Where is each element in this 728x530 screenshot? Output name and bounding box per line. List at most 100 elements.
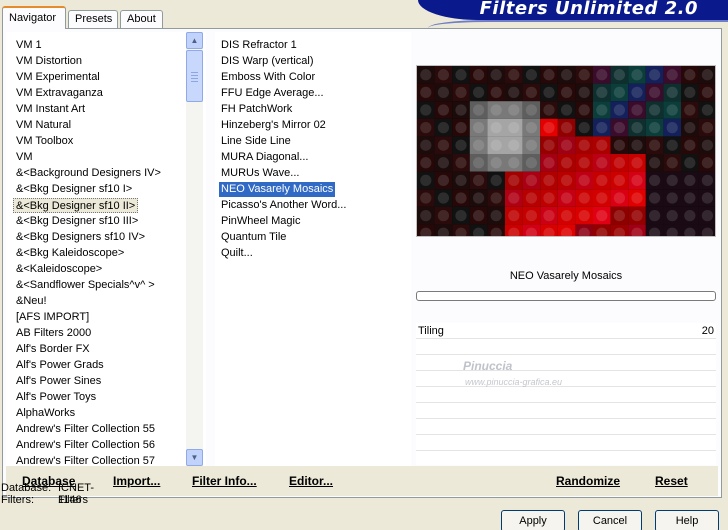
progress-bar xyxy=(416,291,716,301)
filter-item[interactable]: FFU Edge Average... xyxy=(221,86,324,101)
category-item[interactable]: &<Kaleidoscope> xyxy=(16,262,102,277)
filter-item[interactable]: DIS Warp (vertical) xyxy=(221,54,314,69)
param-value[interactable]: 20 xyxy=(702,325,714,337)
category-item[interactable]: Alf's Power Toys xyxy=(16,390,96,405)
mosaic-dot xyxy=(578,209,590,222)
reset-button[interactable]: Reset xyxy=(655,474,688,488)
category-item[interactable]: VM xyxy=(16,150,33,165)
apply-button[interactable]: Apply xyxy=(501,510,565,530)
mosaic-dot xyxy=(490,86,502,99)
cancel-button[interactable]: Cancel xyxy=(578,510,642,530)
category-item[interactable]: &<Bkg Designers sf10 IV> xyxy=(16,230,145,245)
mosaic-dot xyxy=(543,121,555,134)
mosaic-dot xyxy=(420,157,432,169)
filter-list[interactable]: DIS Refractor 1 DIS Warp (vertical) Emboss… xyxy=(215,32,411,466)
mosaic-dot xyxy=(701,209,714,222)
mosaic-dot xyxy=(666,86,678,99)
mosaic-dot xyxy=(613,174,626,187)
mosaic-dot xyxy=(613,121,626,134)
filter-item[interactable]: FH PatchWork xyxy=(221,102,292,117)
mosaic-dot xyxy=(525,174,538,187)
mosaic-dot xyxy=(560,86,573,99)
category-item[interactable]: &<Bkg Designer sf10 I> xyxy=(16,182,132,197)
mosaic-dot xyxy=(525,157,538,169)
mosaic-dot xyxy=(508,209,520,222)
mosaic-dot xyxy=(455,139,467,151)
category-item[interactable]: [AFS IMPORT] xyxy=(16,310,89,325)
mosaic-dot xyxy=(490,139,502,151)
category-item[interactable]: &<Bkg Designer sf10 II> xyxy=(13,198,139,213)
scroll-thumb[interactable] xyxy=(186,50,203,102)
filter-item[interactable]: NEO Vasarely Mosaics xyxy=(219,182,336,197)
category-item[interactable]: VM Extravaganza xyxy=(16,86,103,101)
tab-navigator[interactable]: Navigator xyxy=(2,6,66,29)
mosaic-dot xyxy=(472,69,485,81)
category-item[interactable]: VM Distortion xyxy=(16,54,82,69)
category-list[interactable]: VM 1 VM Distortion VM Experimental VM Extra… xyxy=(6,32,206,467)
filter-item[interactable]: Quantum Tile xyxy=(221,230,286,245)
category-item[interactable]: &<Bkg Kaleidoscope> xyxy=(16,246,124,261)
editor-button[interactable]: Editor... xyxy=(289,474,333,488)
mosaic-dot xyxy=(420,139,432,151)
category-item[interactable]: Andrew's Filter Collection 56 xyxy=(16,438,155,453)
category-item[interactable]: &<Background Designers IV> xyxy=(16,166,161,181)
app-title: Filters Unlimited 2.0 xyxy=(479,0,698,19)
mosaic-dot xyxy=(613,69,626,81)
mosaic-dot xyxy=(437,209,450,222)
mosaic-dot xyxy=(666,209,678,222)
category-scrollbar[interactable]: ▲ ▼ xyxy=(186,32,203,466)
category-item[interactable]: VM Toolbox xyxy=(16,134,73,149)
filter-item[interactable]: Quilt... xyxy=(221,246,253,261)
category-item[interactable]: VM Experimental xyxy=(16,70,100,85)
mosaic-dot xyxy=(472,139,485,151)
mosaic-dot xyxy=(472,174,485,187)
mosaic-dot xyxy=(525,139,538,151)
mosaic-preview xyxy=(417,66,715,236)
mosaic-dot xyxy=(666,192,678,204)
category-item[interactable]: VM 1 xyxy=(16,38,42,53)
filter-item[interactable]: Hinzeberg's Mirror 02 xyxy=(221,118,326,133)
filter-item[interactable]: MURUs Wave... xyxy=(221,166,299,181)
mosaic-dot xyxy=(631,174,643,187)
mosaic-dot xyxy=(560,192,573,204)
mosaic-dot xyxy=(613,86,626,99)
scroll-down-button[interactable]: ▼ xyxy=(186,449,203,466)
category-item[interactable]: AlphaWorks xyxy=(16,406,75,421)
help-button[interactable]: Help xyxy=(655,510,719,530)
category-item[interactable]: &Neu! xyxy=(16,294,47,309)
category-item[interactable]: Alf's Power Sines xyxy=(16,374,101,389)
filter-info-button[interactable]: Filter Info... xyxy=(192,474,257,488)
category-item[interactable]: AB Filters 2000 xyxy=(16,326,91,341)
category-item[interactable]: Andrew's Filter Collection 55 xyxy=(16,422,155,437)
mosaic-dot xyxy=(420,104,432,116)
filter-item[interactable]: Emboss With Color xyxy=(221,70,315,85)
chevron-down-icon: ▼ xyxy=(190,453,199,462)
filter-item[interactable]: MURA Diagonal... xyxy=(221,150,308,165)
import-button[interactable]: Import... xyxy=(113,474,160,488)
chevron-up-icon: ▲ xyxy=(190,36,199,45)
category-item[interactable]: &<Sandflower Specials^v^ > xyxy=(16,278,155,293)
mosaic-dot xyxy=(648,69,661,81)
mosaic-dot xyxy=(472,121,485,134)
category-item[interactable]: Alf's Power Grads xyxy=(16,358,104,373)
category-item[interactable]: Alf's Border FX xyxy=(16,342,90,357)
filter-item[interactable]: Line Side Line xyxy=(221,134,291,149)
category-item[interactable]: VM Instant Art xyxy=(16,102,85,117)
mosaic-dot xyxy=(490,121,502,134)
scroll-up-button[interactable]: ▲ xyxy=(186,32,203,49)
mosaic-dot xyxy=(613,192,626,204)
randomize-button[interactable]: Randomize xyxy=(556,474,620,488)
tab-about[interactable]: About xyxy=(120,10,163,28)
category-item[interactable]: VM Natural xyxy=(16,118,71,133)
mosaic-dot xyxy=(560,104,573,116)
tab-presets[interactable]: Presets xyxy=(68,10,118,28)
mosaic-dot xyxy=(490,104,502,116)
mosaic-dot xyxy=(508,104,520,116)
filter-item[interactable]: PinWheel Magic xyxy=(221,214,300,229)
mosaic-dot xyxy=(420,192,432,204)
filter-item[interactable]: Picasso's Another Word... xyxy=(221,198,346,213)
mosaic-dot xyxy=(437,157,450,169)
mosaic-dot xyxy=(437,192,450,204)
filter-item[interactable]: DIS Refractor 1 xyxy=(221,38,297,53)
category-item[interactable]: &<Bkg Designer sf10 III> xyxy=(16,214,138,229)
